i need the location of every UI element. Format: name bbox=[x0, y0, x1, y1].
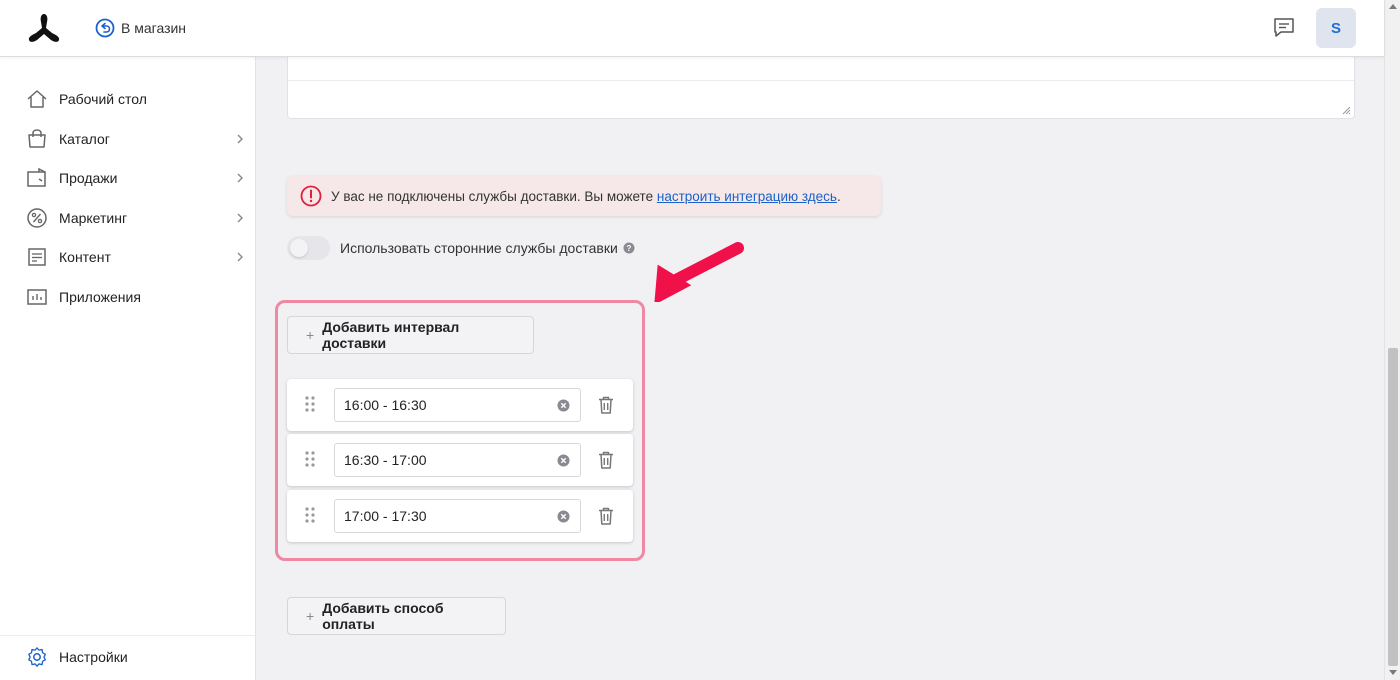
alert-text: У вас не подключены службы доставки. Вы … bbox=[331, 188, 657, 204]
integration-link[interactable]: настроить интеграцию здесь bbox=[657, 189, 837, 204]
help-icon[interactable]: ? bbox=[623, 242, 635, 254]
bag-icon bbox=[28, 129, 46, 148]
sidebar-item-dashboard[interactable]: Рабочий стол bbox=[26, 85, 248, 113]
scroll-up-arrow-icon[interactable] bbox=[1389, 4, 1397, 9]
sidebar-item-settings[interactable]: Настройки bbox=[26, 643, 248, 671]
sidebar-item-sales[interactable]: Продажи bbox=[26, 164, 248, 192]
sidebar-item-label: Рабочий стол bbox=[59, 91, 147, 107]
add-payment-method-button[interactable]: + Добавить способ оплаты bbox=[287, 597, 506, 635]
sidebar-item-catalog[interactable]: Каталог bbox=[26, 125, 248, 153]
chevron-right-icon bbox=[237, 134, 243, 144]
scroll-thumb[interactable] bbox=[1388, 348, 1398, 666]
add-payment-label: Добавить способ оплаты bbox=[322, 600, 444, 632]
sidebar-item-label: Настройки bbox=[59, 649, 128, 665]
third-party-delivery-toggle[interactable] bbox=[287, 236, 330, 260]
scroll-down-arrow-icon[interactable] bbox=[1389, 670, 1397, 675]
logo-icon[interactable] bbox=[26, 12, 62, 44]
sidebar-item-content[interactable]: Контент bbox=[26, 243, 248, 271]
home-icon bbox=[27, 90, 47, 108]
sidebar-item-label: Маркетинг bbox=[59, 210, 128, 226]
sidebar-item-label: Приложения bbox=[59, 289, 141, 305]
chevron-right-icon bbox=[237, 252, 243, 262]
warning-icon bbox=[300, 185, 322, 207]
toggle-label: Использовать сторонние службы доставки bbox=[340, 240, 618, 256]
sidebar-item-marketing[interactable]: Маркетинг bbox=[26, 204, 248, 232]
annotation-arrow-icon bbox=[654, 242, 744, 302]
sidebar: Рабочий стол Каталог Продажи Маркетинг К… bbox=[0, 57, 256, 680]
page-scrollbar[interactable] bbox=[1384, 0, 1400, 680]
resize-grip-icon[interactable] bbox=[1342, 106, 1351, 115]
toggle-knob bbox=[290, 239, 308, 257]
textarea-divider bbox=[288, 80, 1354, 81]
top-bar: В магазин S bbox=[0, 0, 1384, 57]
content-icon bbox=[28, 248, 46, 266]
sales-icon bbox=[27, 167, 46, 187]
apps-icon bbox=[27, 289, 47, 305]
plus-icon: + bbox=[306, 608, 315, 624]
highlight-frame bbox=[275, 300, 645, 561]
user-avatar[interactable]: S bbox=[1316, 8, 1356, 48]
percent-icon bbox=[27, 208, 47, 228]
delivery-warning-alert: У вас не подключены службы доставки. Вы … bbox=[287, 176, 881, 216]
back-to-store-link[interactable]: В магазин bbox=[95, 18, 186, 38]
sidebar-item-label: Контент bbox=[59, 249, 111, 265]
alert-suffix: . bbox=[836, 188, 841, 204]
gear-icon bbox=[28, 647, 46, 667]
third-party-delivery-row: Использовать сторонние службы доставки ? bbox=[287, 236, 635, 260]
chevron-right-icon bbox=[237, 213, 243, 223]
back-arrow-icon bbox=[95, 18, 115, 38]
chevron-right-icon bbox=[237, 173, 243, 183]
chat-icon[interactable] bbox=[1272, 17, 1296, 39]
svg-text:?: ? bbox=[626, 244, 631, 253]
sidebar-item-label: Продажи bbox=[59, 170, 118, 186]
sidebar-divider bbox=[0, 635, 256, 636]
description-textarea[interactable] bbox=[287, 57, 1355, 119]
store-link-label: В магазин bbox=[121, 20, 187, 36]
sidebar-item-apps[interactable]: Приложения bbox=[26, 283, 248, 311]
sidebar-item-label: Каталог bbox=[59, 131, 110, 147]
